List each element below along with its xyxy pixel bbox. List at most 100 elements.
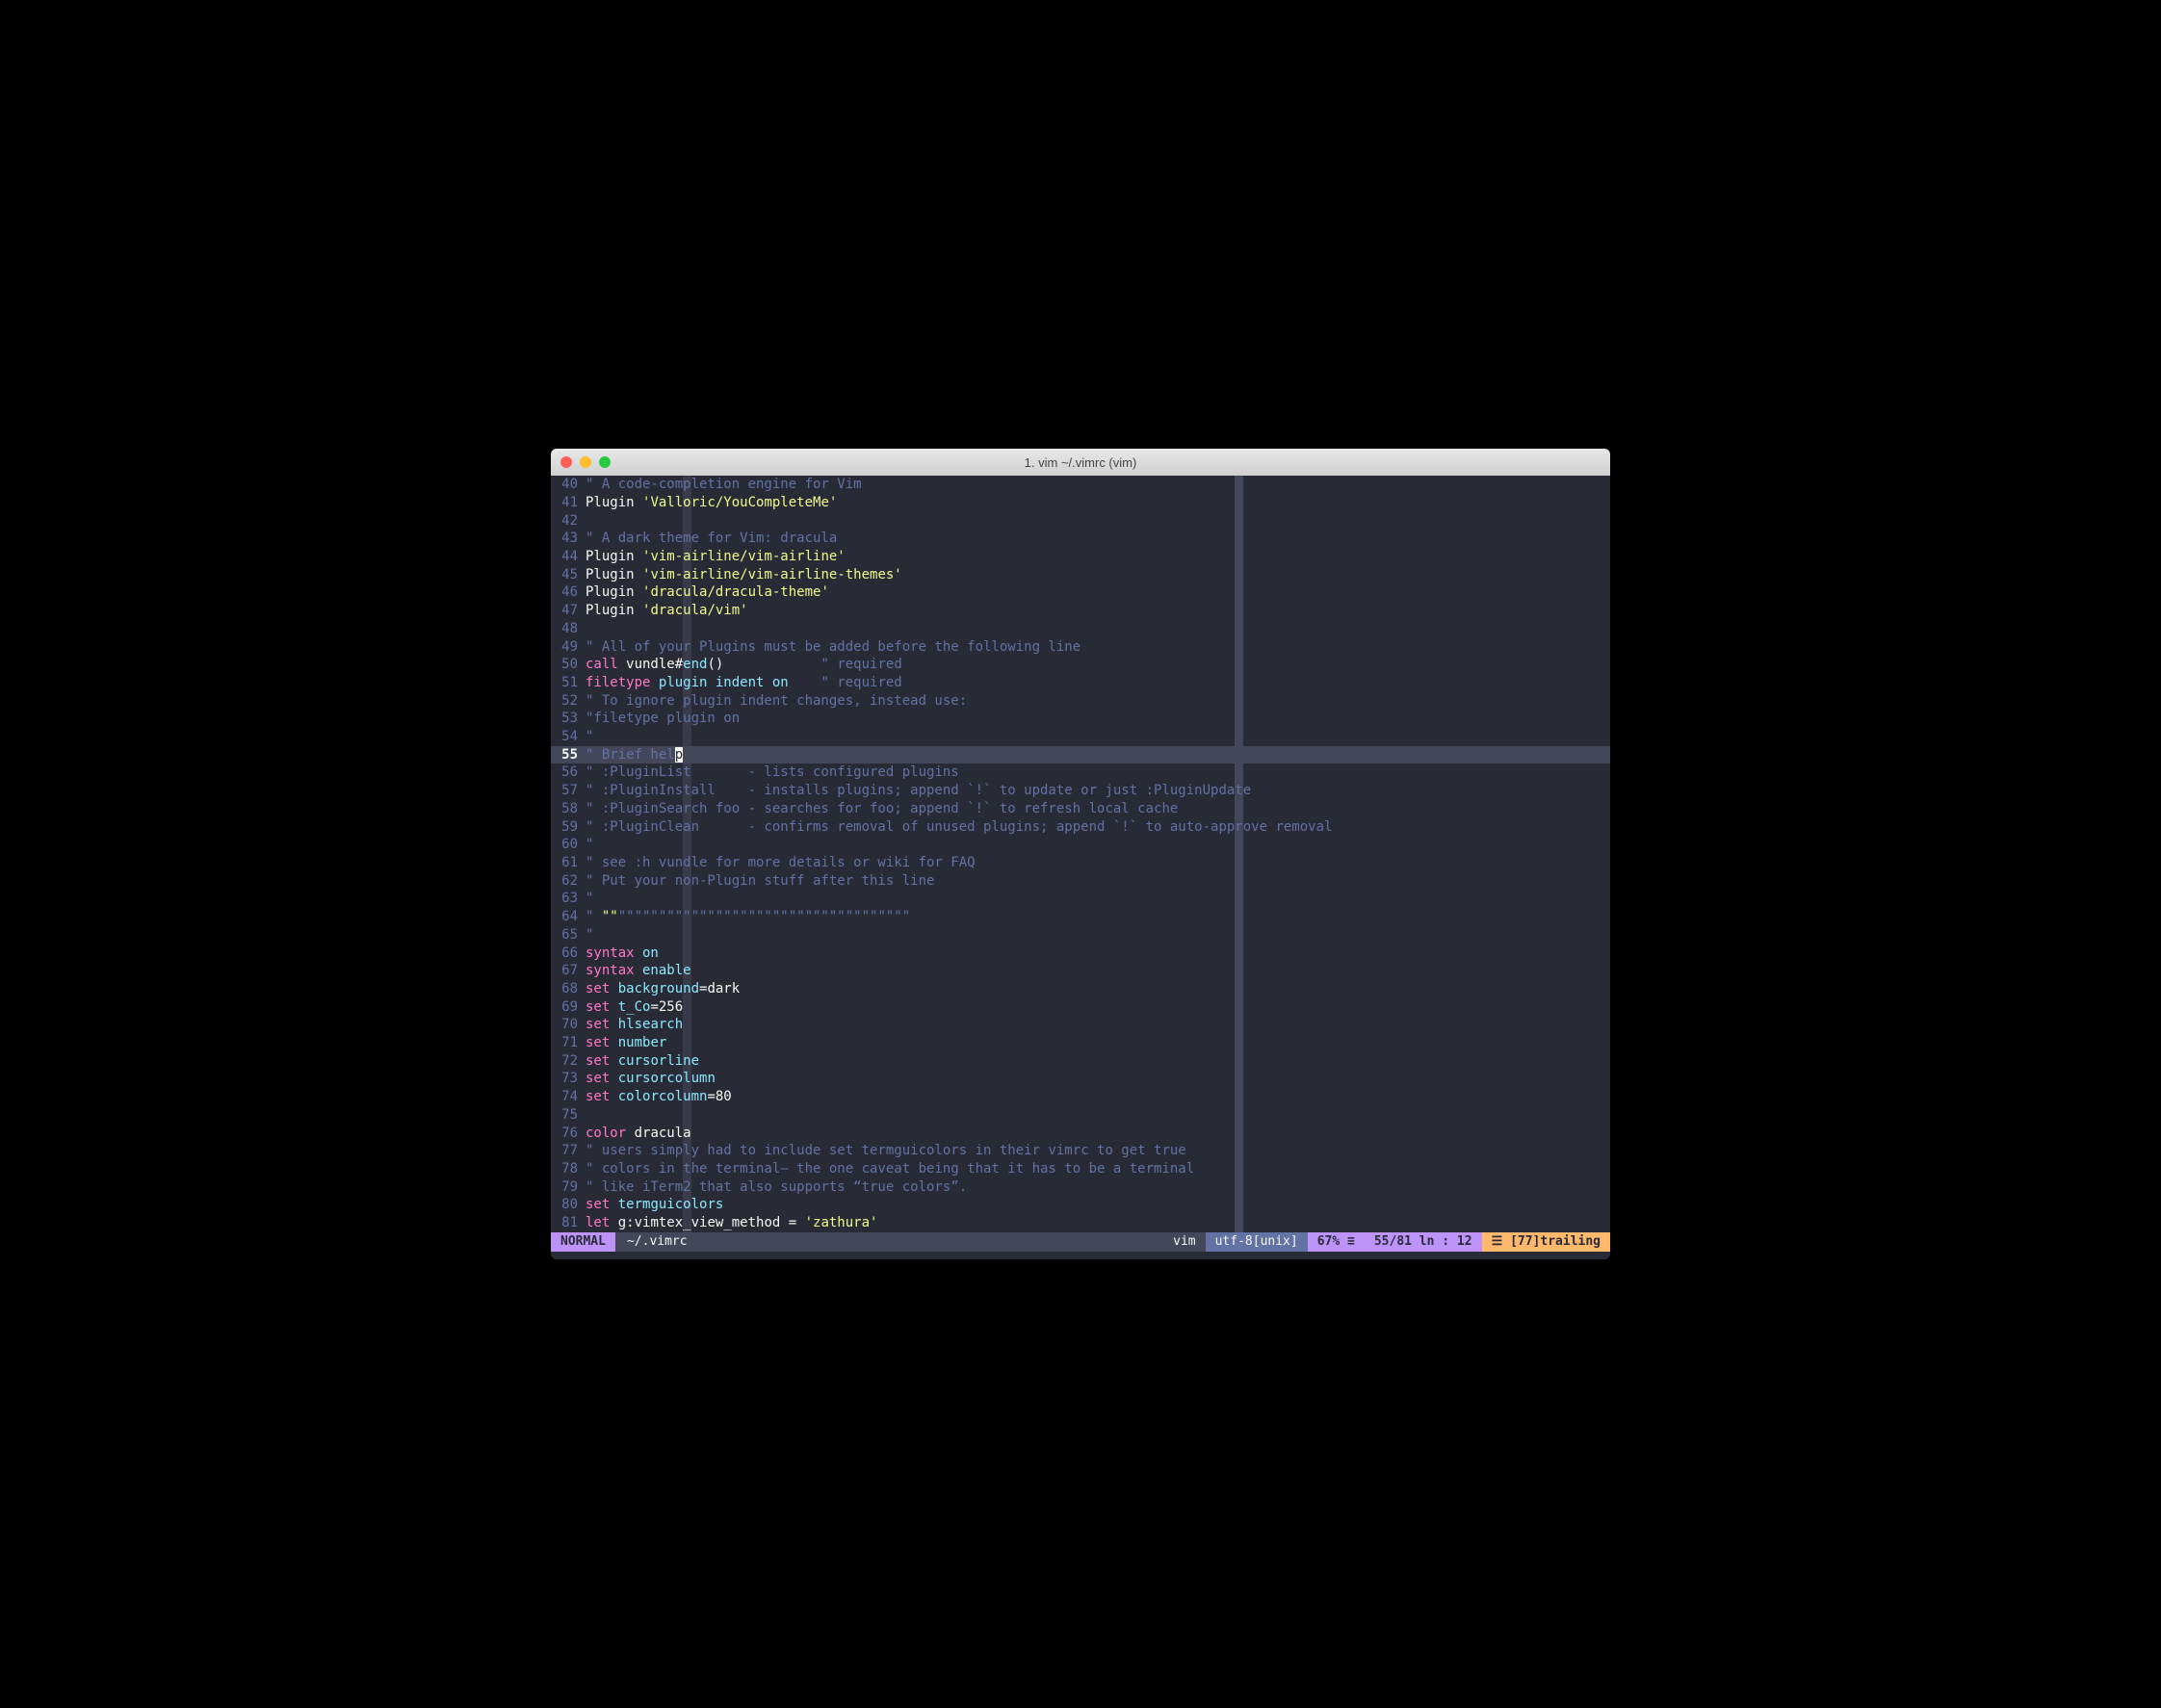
code-content[interactable]: " Brief help: [586, 746, 1610, 764]
code-content[interactable]: ": [586, 728, 1610, 746]
code-line[interactable]: 63": [551, 890, 1610, 908]
editor-area[interactable]: 40" A code-completion engine for Vim41Pl…: [551, 476, 1610, 1232]
code-line[interactable]: 58" :PluginSearch foo - searches for foo…: [551, 800, 1610, 818]
code-line[interactable]: 81let g:vimtex_view_method = 'zathura': [551, 1214, 1610, 1232]
line-number: 69: [551, 998, 586, 1017]
line-number: 81: [551, 1214, 586, 1232]
code-content[interactable]: Plugin 'vim-airline/vim-airline-themes': [586, 566, 1610, 584]
code-line[interactable]: 62" Put your non-Plugin stuff after this…: [551, 872, 1610, 891]
code-content[interactable]: Plugin 'vim-airline/vim-airline': [586, 548, 1610, 566]
code-line[interactable]: 48: [551, 620, 1610, 638]
status-filetype: vim: [1163, 1232, 1205, 1252]
code-line[interactable]: 65": [551, 926, 1610, 945]
code-line[interactable]: 77" users simply had to include set term…: [551, 1142, 1610, 1160]
code-content[interactable]: set cursorline: [586, 1052, 1610, 1071]
code-line[interactable]: 80set termguicolors: [551, 1196, 1610, 1214]
code-line[interactable]: 75: [551, 1106, 1610, 1125]
code-line[interactable]: 51filetype plugin indent on " required: [551, 674, 1610, 692]
code-line[interactable]: 49" All of your Plugins must be added be…: [551, 638, 1610, 657]
code-content[interactable]: " :PluginList - lists configured plugins: [586, 763, 1610, 782]
code-content[interactable]: set number: [586, 1034, 1610, 1052]
code-content[interactable]: [586, 1106, 1610, 1125]
code-content[interactable]: " A dark theme for Vim: dracula: [586, 530, 1610, 548]
code-line[interactable]: 67syntax enable: [551, 962, 1610, 980]
code-content[interactable]: " :PluginClean - confirms removal of unu…: [586, 818, 1610, 837]
code-content[interactable]: Plugin 'dracula/dracula-theme': [586, 583, 1610, 602]
code-line[interactable]: 52" To ignore plugin indent changes, ins…: [551, 692, 1610, 711]
code-line[interactable]: 45Plugin 'vim-airline/vim-airline-themes…: [551, 566, 1610, 584]
line-number: 59: [551, 818, 586, 837]
code-content[interactable]: Plugin 'dracula/vim': [586, 602, 1610, 620]
code-content[interactable]: set cursorcolumn: [586, 1070, 1610, 1088]
code-content[interactable]: "filetype plugin on: [586, 710, 1610, 728]
code-line[interactable]: 76color dracula: [551, 1125, 1610, 1143]
code-line[interactable]: 42: [551, 512, 1610, 531]
code-content[interactable]: ": [586, 836, 1610, 854]
code-line[interactable]: 64" """"""""""""""""""""""""""""""""""""…: [551, 908, 1610, 926]
code-content[interactable]: set colorcolumn=80: [586, 1088, 1610, 1106]
code-line[interactable]: 46Plugin 'dracula/dracula-theme': [551, 583, 1610, 602]
code-line[interactable]: 41Plugin 'Valloric/YouCompleteMe': [551, 494, 1610, 512]
code-content[interactable]: " :PluginInstall - installs plugins; app…: [586, 782, 1610, 800]
code-content[interactable]: " All of your Plugins must be added befo…: [586, 638, 1610, 657]
code-line[interactable]: 40" A code-completion engine for Vim: [551, 476, 1610, 494]
line-number: 80: [551, 1196, 586, 1214]
code-line[interactable]: 70set hlsearch: [551, 1016, 1610, 1034]
code-content[interactable]: Plugin 'Valloric/YouCompleteMe': [586, 494, 1610, 512]
code-line[interactable]: 66syntax on: [551, 945, 1610, 963]
code-line[interactable]: 61" see :h vundle for more details or wi…: [551, 854, 1610, 872]
code-line[interactable]: 60": [551, 836, 1610, 854]
code-content[interactable]: [586, 620, 1610, 638]
code-content[interactable]: [586, 512, 1610, 531]
code-content[interactable]: set t_Co=256: [586, 998, 1610, 1017]
code-content[interactable]: set hlsearch: [586, 1016, 1610, 1034]
code-content[interactable]: call vundle#end() " required: [586, 656, 1610, 674]
code-content[interactable]: ": [586, 890, 1610, 908]
code-line[interactable]: 53"filetype plugin on: [551, 710, 1610, 728]
code-content[interactable]: " """""""""""""""""""""""""""""""""""""": [586, 908, 1610, 926]
line-number: 55: [551, 746, 586, 764]
code-content[interactable]: color dracula: [586, 1125, 1610, 1143]
close-icon[interactable]: [560, 456, 572, 468]
line-number: 66: [551, 945, 586, 963]
code-line[interactable]: 56" :PluginList - lists configured plugi…: [551, 763, 1610, 782]
minimize-icon[interactable]: [580, 456, 591, 468]
code-line[interactable]: 74set colorcolumn=80: [551, 1088, 1610, 1106]
maximize-icon[interactable]: [599, 456, 611, 468]
code-content[interactable]: " A code-completion engine for Vim: [586, 476, 1610, 494]
code-content[interactable]: " see :h vundle for more details or wiki…: [586, 854, 1610, 872]
code-content[interactable]: set termguicolors: [586, 1196, 1610, 1214]
code-line[interactable]: 55" Brief help: [551, 746, 1610, 764]
code-line[interactable]: 68set background=dark: [551, 980, 1610, 998]
code-content[interactable]: " :PluginSearch foo - searches for foo; …: [586, 800, 1610, 818]
code-line[interactable]: 50call vundle#end() " required: [551, 656, 1610, 674]
line-number: 40: [551, 476, 586, 494]
code-content[interactable]: syntax on: [586, 945, 1610, 963]
code-content[interactable]: ": [586, 926, 1610, 945]
code-line[interactable]: 78" colors in the terminal— the one cave…: [551, 1160, 1610, 1178]
code-line[interactable]: 57" :PluginInstall - installs plugins; a…: [551, 782, 1610, 800]
code-line[interactable]: 72set cursorline: [551, 1052, 1610, 1071]
code-content[interactable]: let g:vimtex_view_method = 'zathura': [586, 1214, 1610, 1232]
code-line[interactable]: 54": [551, 728, 1610, 746]
code-content[interactable]: " colors in the terminal— the one caveat…: [586, 1160, 1610, 1178]
code-line[interactable]: 69set t_Co=256: [551, 998, 1610, 1017]
line-number: 73: [551, 1070, 586, 1088]
code-line[interactable]: 79" like iTerm2 that also supports “true…: [551, 1178, 1610, 1197]
titlebar[interactable]: 1. vim ~/.vimrc (vim): [551, 449, 1610, 476]
code-content[interactable]: set background=dark: [586, 980, 1610, 998]
code-line[interactable]: 44Plugin 'vim-airline/vim-airline': [551, 548, 1610, 566]
line-number: 49: [551, 638, 586, 657]
code-line[interactable]: 71set number: [551, 1034, 1610, 1052]
code-content[interactable]: " Put your non-Plugin stuff after this l…: [586, 872, 1610, 891]
code-line[interactable]: 43" A dark theme for Vim: dracula: [551, 530, 1610, 548]
code-line[interactable]: 73set cursorcolumn: [551, 1070, 1610, 1088]
line-number: 64: [551, 908, 586, 926]
code-content[interactable]: " users simply had to include set termgu…: [586, 1142, 1610, 1160]
code-content[interactable]: filetype plugin indent on " required: [586, 674, 1610, 692]
code-content[interactable]: syntax enable: [586, 962, 1610, 980]
code-line[interactable]: 47Plugin 'dracula/vim': [551, 602, 1610, 620]
code-content[interactable]: " like iTerm2 that also supports “true c…: [586, 1178, 1610, 1197]
code-content[interactable]: " To ignore plugin indent changes, inste…: [586, 692, 1610, 711]
code-line[interactable]: 59" :PluginClean - confirms removal of u…: [551, 818, 1610, 837]
